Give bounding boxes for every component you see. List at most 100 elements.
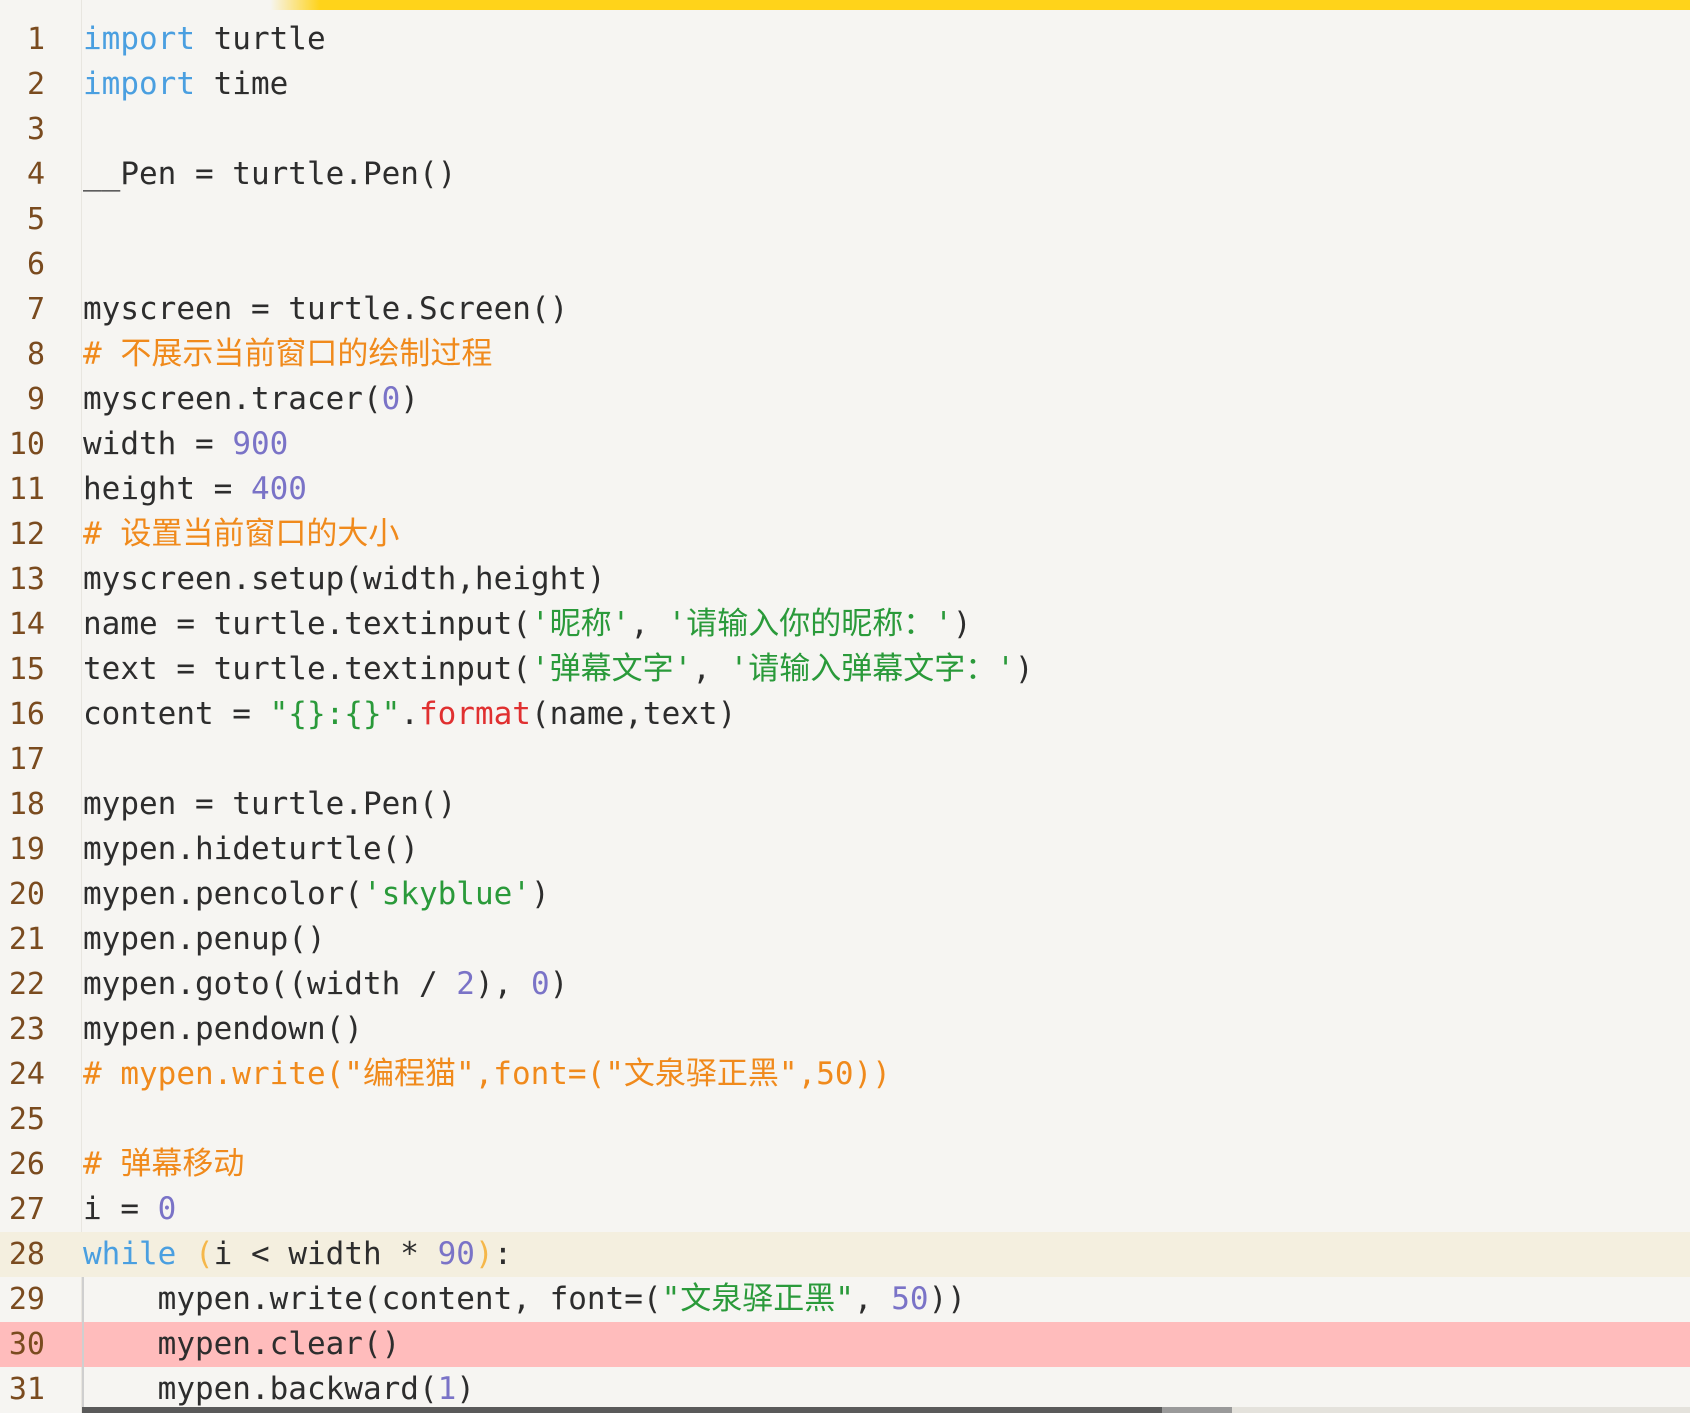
code-line[interactable]: 13 myscreen.setup(width,height) — [0, 557, 1690, 602]
line-code[interactable] — [83, 737, 1690, 782]
line-number[interactable]: 7 — [0, 287, 45, 332]
line-number[interactable]: 18 — [0, 782, 45, 827]
code-line[interactable]: 22 mypen.goto((width / 2), 0) — [0, 962, 1690, 1007]
line-code[interactable]: while (i < width * 90): — [83, 1232, 1690, 1277]
code-line[interactable]: 2 import time — [0, 62, 1690, 107]
line-number[interactable]: 4 — [0, 152, 45, 197]
code-token: myscreen = turtle.Screen() — [83, 291, 569, 327]
line-code[interactable]: myscreen.setup(width,height) — [83, 557, 1690, 602]
line-code[interactable]: mypen.goto((width / 2), 0) — [83, 962, 1690, 1007]
line-code[interactable]: width = 900 — [83, 422, 1690, 467]
code-line[interactable]: 29 mypen.write(content, font=("文泉驿正黑", 5… — [0, 1277, 1690, 1322]
code-line[interactable]: 10 width = 900 — [0, 422, 1690, 467]
line-number[interactable]: 20 — [0, 872, 45, 917]
code-line[interactable]: 26 # 弹幕移动 — [0, 1142, 1690, 1187]
line-code[interactable]: import time — [83, 62, 1690, 107]
line-code[interactable]: mypen.penup() — [83, 917, 1690, 962]
line-code[interactable]: myscreen = turtle.Screen() — [83, 287, 1690, 332]
line-number[interactable]: 29 — [0, 1277, 45, 1322]
line-code[interactable]: mypen.write(content, font=("文泉驿正黑", 50)) — [83, 1277, 1690, 1322]
horizontal-scrollbar-thumb[interactable] — [82, 1407, 1162, 1413]
code-line[interactable]: 11 height = 400 — [0, 467, 1690, 512]
line-code[interactable] — [83, 242, 1690, 287]
code-line[interactable]: 28 while (i < width * 90): — [0, 1232, 1690, 1277]
line-code[interactable]: mypen.pencolor('skyblue') — [83, 872, 1690, 917]
line-code[interactable]: mypen = turtle.Pen() — [83, 782, 1690, 827]
code-line[interactable]: 15 text = turtle.textinput('弹幕文字', '请输入弹幕… — [0, 647, 1690, 692]
code-line[interactable]: 4 __Pen = turtle.Pen() — [0, 152, 1690, 197]
line-number[interactable]: 10 — [0, 422, 45, 467]
line-number[interactable]: 26 — [0, 1142, 45, 1187]
line-code[interactable]: mypen.backward(1) — [83, 1367, 1690, 1409]
line-code[interactable]: mypen.pendown() — [83, 1007, 1690, 1052]
code-line[interactable]: 14 name = turtle.textinput('昵称', '请输入你的昵称… — [0, 602, 1690, 647]
line-number[interactable]: 11 — [0, 467, 45, 512]
line-number[interactable]: 19 — [0, 827, 45, 872]
code-line[interactable]: 21 mypen.penup() — [0, 917, 1690, 962]
code-line[interactable]: 20 mypen.pencolor('skyblue') — [0, 872, 1690, 917]
code-line[interactable]: 1 import turtle — [0, 17, 1690, 62]
line-code[interactable] — [83, 1097, 1690, 1142]
code-line[interactable]: 5 — [0, 197, 1690, 242]
line-number[interactable]: 28 — [0, 1232, 45, 1277]
line-number[interactable]: 17 — [0, 737, 45, 782]
line-number[interactable]: 23 — [0, 1007, 45, 1052]
line-number[interactable]: 25 — [0, 1097, 45, 1142]
code-token: mypen.clear() — [83, 1326, 401, 1362]
line-code[interactable]: # 不展示当前窗口的绘制过程 — [83, 332, 1690, 377]
line-number[interactable]: 12 — [0, 512, 45, 557]
code-line[interactable]: 12 # 设置当前窗口的大小 — [0, 512, 1690, 557]
code-line[interactable]: 30 mypen.clear() — [0, 1322, 1690, 1367]
code-line[interactable]: 31 mypen.backward(1) — [0, 1367, 1690, 1409]
line-number[interactable]: 16 — [0, 692, 45, 737]
line-code[interactable]: import turtle — [83, 17, 1690, 62]
top-accent-bar — [0, 0, 1690, 10]
code-editor[interactable]: 1 import turtle 2 import time 3 4 __Pen = turt… — [0, 17, 1690, 1409]
line-number[interactable]: 21 — [0, 917, 45, 962]
line-code[interactable] — [83, 197, 1690, 242]
line-number[interactable]: 15 — [0, 647, 45, 692]
line-code[interactable]: name = turtle.textinput('昵称', '请输入你的昵称：'… — [83, 602, 1690, 647]
line-number[interactable]: 2 — [0, 62, 45, 107]
line-code[interactable]: height = 400 — [83, 467, 1690, 512]
code-line[interactable]: 27 i = 0 — [0, 1187, 1690, 1232]
line-number[interactable]: 24 — [0, 1052, 45, 1097]
code-line[interactable]: 17 — [0, 737, 1690, 782]
code-line[interactable]: 18 mypen = turtle.Pen() — [0, 782, 1690, 827]
code-line[interactable]: 23 mypen.pendown() — [0, 1007, 1690, 1052]
code-line[interactable]: 7 myscreen = turtle.Screen() — [0, 287, 1690, 332]
code-token: i = — [83, 1191, 158, 1227]
line-code[interactable]: mypen.hideturtle() — [83, 827, 1690, 872]
code-line[interactable]: 8 # 不展示当前窗口的绘制过程 — [0, 332, 1690, 377]
line-code[interactable]: content = "{}:{}".format(name,text) — [83, 692, 1690, 737]
line-number[interactable]: 30 — [0, 1322, 45, 1367]
line-code[interactable]: text = turtle.textinput('弹幕文字', '请输入弹幕文字… — [83, 647, 1690, 692]
line-number[interactable]: 9 — [0, 377, 45, 422]
line-number[interactable]: 13 — [0, 557, 45, 602]
line-code[interactable]: # 弹幕移动 — [83, 1142, 1690, 1187]
line-number[interactable]: 6 — [0, 242, 45, 287]
code-line[interactable]: 3 — [0, 107, 1690, 152]
line-code[interactable]: myscreen.tracer(0) — [83, 377, 1690, 422]
line-code[interactable]: i = 0 — [83, 1187, 1690, 1232]
line-number[interactable]: 3 — [0, 107, 45, 152]
line-code[interactable]: # mypen.write("编程猫",font=("文泉驿正黑",50)) — [83, 1052, 1690, 1097]
line-number[interactable]: 31 — [0, 1367, 45, 1409]
line-number[interactable]: 8 — [0, 332, 45, 377]
line-code[interactable]: # 设置当前窗口的大小 — [83, 512, 1690, 557]
line-number[interactable]: 1 — [0, 17, 45, 62]
code-line[interactable]: 24 # mypen.write("编程猫",font=("文泉驿正黑",50)) — [0, 1052, 1690, 1097]
line-number[interactable]: 14 — [0, 602, 45, 647]
code-line[interactable]: 6 — [0, 242, 1690, 287]
code-line[interactable]: 9 myscreen.tracer(0) — [0, 377, 1690, 422]
code-line[interactable]: 16 content = "{}:{}".format(name,text) — [0, 692, 1690, 737]
line-code[interactable] — [83, 107, 1690, 152]
line-number[interactable]: 27 — [0, 1187, 45, 1232]
code-token: i < width * — [213, 1236, 438, 1272]
line-code[interactable]: __Pen = turtle.Pen() — [83, 152, 1690, 197]
code-line[interactable]: 19 mypen.hideturtle() — [0, 827, 1690, 872]
line-code[interactable]: mypen.clear() — [83, 1322, 1690, 1367]
code-line[interactable]: 25 — [0, 1097, 1690, 1142]
line-number[interactable]: 22 — [0, 962, 45, 1007]
line-number[interactable]: 5 — [0, 197, 45, 242]
